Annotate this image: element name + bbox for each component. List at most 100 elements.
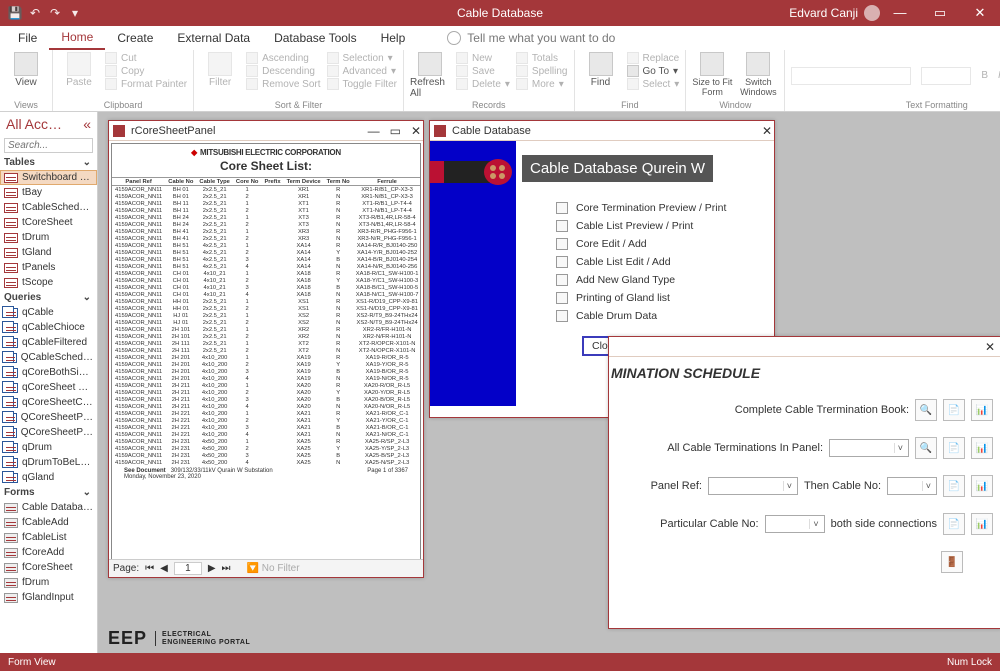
maximize-button[interactable]: ▭ (920, 5, 960, 21)
view-button[interactable]: View (6, 52, 46, 88)
remove-sort-button[interactable]: Remove Sort (246, 78, 320, 90)
panel-select[interactable] (829, 439, 909, 457)
qat-more-icon[interactable]: ▾ (66, 6, 84, 20)
ascending-button[interactable]: Ascending (246, 52, 320, 64)
nav-item[interactable]: tGland (0, 245, 97, 260)
nav-item[interactable]: qCable (0, 305, 97, 320)
export-button[interactable]: 📊 (971, 399, 993, 421)
menu-option[interactable]: Cable Drum Data (556, 310, 774, 322)
goto-button[interactable]: Go To▾ (627, 65, 680, 77)
format-painter-button[interactable]: Format Painter (105, 78, 187, 90)
more-button[interactable]: More▾ (516, 78, 568, 90)
tab-create[interactable]: Create (105, 27, 165, 49)
spelling-button[interactable]: Spelling (516, 65, 568, 77)
nav-item[interactable]: fCoreAdd (0, 545, 97, 560)
nav-item[interactable]: tPanels (0, 260, 97, 275)
new-button[interactable]: New (456, 52, 510, 64)
nav-item[interactable]: QCoreSheetP… (0, 425, 97, 440)
nav-item[interactable]: qCableFiltered (0, 335, 97, 350)
advanced-button[interactable]: Advanced▾ (327, 65, 397, 77)
nav-item[interactable]: tCoreSheet (0, 215, 97, 230)
cable-no-select[interactable] (887, 477, 937, 495)
tab-home[interactable]: Home (49, 26, 105, 50)
tab-database-tools[interactable]: Database Tools (262, 27, 369, 49)
nav-item[interactable]: fCableAdd (0, 515, 97, 530)
nav-item[interactable]: tDrum (0, 230, 97, 245)
save-button[interactable]: Save (456, 65, 510, 77)
refresh-all-button[interactable]: Refresh All (410, 52, 450, 99)
copy-button[interactable]: Copy (105, 65, 187, 77)
close-button[interactable]: ✕ (411, 124, 421, 138)
tab-file[interactable]: File (6, 27, 49, 49)
nav-item[interactable]: fCableList (0, 530, 97, 545)
menu-option[interactable]: Core Edit / Add (556, 238, 774, 250)
selection-button[interactable]: Selection▾ (327, 52, 397, 64)
nav-section-forms[interactable]: Forms⌄ (0, 485, 97, 500)
filter-button[interactable]: Filter (200, 52, 240, 88)
menu-option[interactable]: Cable List Edit / Add (556, 256, 774, 268)
close-button[interactable]: ✕ (762, 124, 772, 138)
nav-item[interactable]: qCoreBothSi… (0, 365, 97, 380)
export-button[interactable]: 📊 (971, 513, 993, 535)
minimize-button[interactable]: — (880, 5, 920, 21)
nav-item[interactable]: tScope (0, 275, 97, 290)
nav-item[interactable]: Switchboard … (0, 170, 97, 185)
first-page-button[interactable]: ⏮ (145, 563, 154, 574)
nav-item[interactable]: QCableSched… (0, 350, 97, 365)
nav-item[interactable]: tCableSched… (0, 200, 97, 215)
maximize-button[interactable]: ▭ (390, 124, 401, 138)
particular-cable-select[interactable] (765, 515, 825, 533)
panel-ref-select[interactable] (708, 477, 798, 495)
find-button[interactable]: Find (581, 52, 621, 88)
tell-me-search[interactable]: Tell me what you want to do (435, 27, 627, 49)
prev-page-button[interactable]: ◀ (160, 563, 168, 574)
export-button[interactable]: 📊 (971, 475, 993, 497)
switch-windows-button[interactable]: Switch Windows (738, 52, 778, 97)
last-page-button[interactable]: ⏭ (222, 563, 231, 574)
print-button[interactable]: 📄 (943, 399, 965, 421)
nav-collapse-icon[interactable]: « (83, 116, 91, 132)
nav-item[interactable]: qCoreSheetC… (0, 395, 97, 410)
undo-icon[interactable]: ↶ (26, 6, 44, 20)
page-number[interactable]: 1 (174, 562, 202, 575)
replace-button[interactable]: Replace (627, 52, 680, 64)
nav-item[interactable]: fGlandInput (0, 590, 97, 605)
toggle-filter-button[interactable]: Toggle Filter (327, 78, 397, 90)
descending-button[interactable]: Descending (246, 65, 320, 77)
menu-option[interactable]: Core Termination Preview / Print (556, 202, 774, 214)
export-button[interactable]: 📊 (971, 437, 993, 459)
close-button[interactable]: 🚪 (941, 551, 963, 573)
totals-button[interactable]: Totals (516, 52, 568, 64)
nav-item[interactable]: qDrum (0, 440, 97, 455)
nav-search-input[interactable] (4, 138, 93, 153)
tab-help[interactable]: Help (369, 27, 418, 49)
menu-option[interactable]: Printing of Gland list (556, 292, 774, 304)
preview-button[interactable]: 🔍 (915, 437, 937, 459)
redo-icon[interactable]: ↷ (46, 6, 64, 20)
nav-item[interactable]: QCoreSheetP… (0, 410, 97, 425)
nav-item[interactable]: qDrumToBeL… (0, 455, 97, 470)
menu-option[interactable]: Cable List Preview / Print (556, 220, 774, 232)
delete-button[interactable]: Delete▾ (456, 78, 510, 90)
close-button[interactable]: ✕ (985, 340, 995, 354)
save-icon[interactable]: 💾 (6, 6, 24, 20)
close-button[interactable]: ✕ (960, 5, 1000, 21)
nav-item[interactable]: fDrum (0, 575, 97, 590)
nav-item[interactable]: tBay (0, 185, 97, 200)
print-button[interactable]: 📄 (943, 437, 965, 459)
select-button[interactable]: Select▾ (627, 78, 680, 90)
cut-button[interactable]: Cut (105, 52, 187, 64)
nav-section-tables[interactable]: Tables⌄ (0, 155, 97, 170)
tab-external-data[interactable]: External Data (165, 27, 262, 49)
size-to-fit-button[interactable]: Size to Fit Form (692, 52, 732, 97)
print-button[interactable]: 📄 (943, 513, 965, 535)
nav-item[interactable]: qCoreSheet … (0, 380, 97, 395)
preview-button[interactable]: 🔍 (915, 399, 937, 421)
bold-icon[interactable]: B (981, 70, 988, 81)
menu-option[interactable]: Add New Gland Type (556, 274, 774, 286)
print-button[interactable]: 📄 (943, 475, 965, 497)
nav-section-queries[interactable]: Queries⌄ (0, 290, 97, 305)
user-account[interactable]: Edvard Canji (789, 5, 880, 21)
nav-item[interactable]: fCoreSheet (0, 560, 97, 575)
nav-item[interactable]: qCableChioce (0, 320, 97, 335)
